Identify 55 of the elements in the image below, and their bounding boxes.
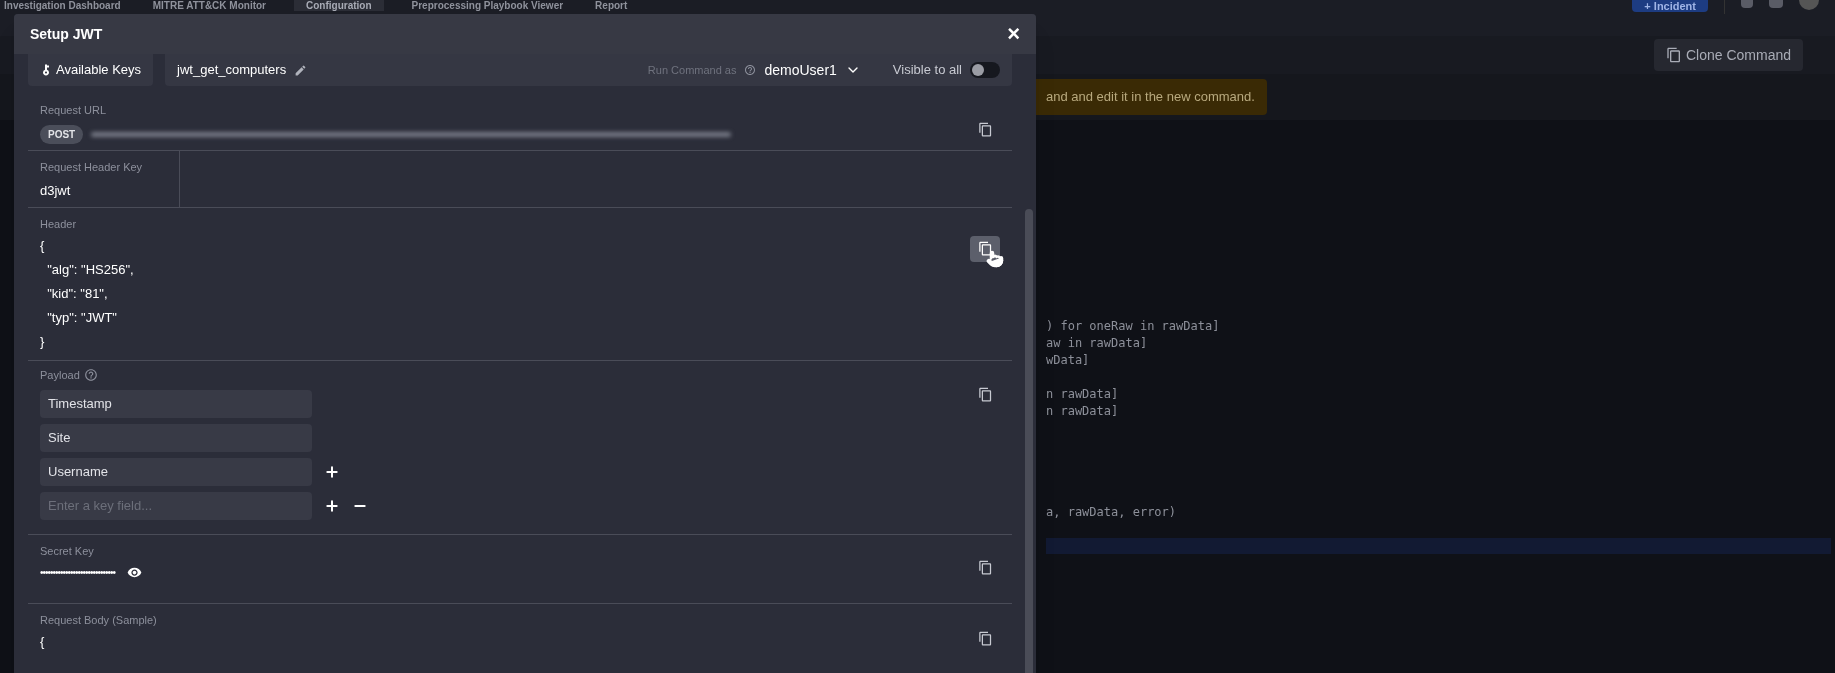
copy-icon (977, 560, 993, 575)
add-icon[interactable] (324, 497, 340, 514)
json-line: "alg": "HS256", (46, 261, 135, 279)
code-line: aw in rawData] (1046, 335, 1149, 352)
add-icon[interactable] (324, 463, 340, 480)
json-line: } (40, 333, 46, 351)
json-line: "kid": "81", (46, 285, 109, 303)
code-line: a, rawData, error) (1046, 504, 1178, 521)
pencil-icon[interactable] (294, 63, 308, 77)
copy-icon (977, 386, 993, 402)
payload-key-field[interactable]: Username (40, 457, 312, 486)
run-as-label: Run Command as (647, 62, 737, 78)
json-line: { (40, 633, 46, 651)
visible-label: Visible to all (892, 61, 962, 80)
copy-icon (1665, 47, 1682, 63)
code-line: n rawData] (1046, 386, 1120, 403)
copy-button[interactable] (970, 235, 1000, 262)
eye-icon[interactable] (127, 565, 143, 580)
code-line: wData] (1046, 352, 1091, 369)
payload-key-field[interactable]: Timestamp (40, 389, 312, 418)
secret-key-value: •••••••••••••••••••••••••••••• (40, 566, 116, 580)
dialog-title: Setup JWT (30, 24, 103, 44)
json-line: "typ": "JWT" (46, 309, 118, 327)
code-line: ) for oneRaw in rawData] (1046, 318, 1221, 335)
copy-icon (977, 121, 993, 137)
run-as-dropdown[interactable]: demoUser1 (764, 59, 861, 81)
clone-command-button[interactable]: Clone Command (1653, 39, 1803, 71)
nav-tab[interactable]: Preprocessing Playbook Viewer (407, 0, 568, 11)
help-icon[interactable] (744, 64, 757, 76)
code-line: n rawData] (1046, 403, 1120, 420)
json-line: { (40, 237, 46, 255)
hand-cursor-icon (986, 249, 1004, 268)
available-keys-button[interactable]: Available Keys (28, 54, 154, 86)
nav-tab[interactable]: Report (591, 0, 632, 11)
section-label: Payload (40, 368, 80, 383)
section-label: Request Body (Sample) (40, 612, 158, 628)
header-key-value: d3jwt (40, 182, 72, 200)
section-label: Secret Key (40, 543, 95, 559)
nav-tab[interactable]: MITRE ATT&CK Monitor (148, 0, 270, 11)
method-badge: POST (40, 124, 84, 144)
scrollbar[interactable] (1022, 54, 1036, 673)
section-label: Request Header Key (40, 159, 144, 175)
nav-tab[interactable]: Investigation Dashboard (0, 0, 125, 11)
copy-icon (977, 241, 993, 256)
section-label: Request URL (40, 103, 108, 118)
nav-tab[interactable]: Configuration (294, 0, 384, 11)
payload-key-field[interactable]: Site (40, 423, 312, 452)
visible-toggle[interactable] (970, 62, 1000, 78)
key-icon (40, 64, 52, 76)
incident-button[interactable]: + Incident (1632, 0, 1708, 12)
section-label: Header (40, 216, 78, 232)
help-icon[interactable] (83, 368, 98, 383)
command-name: jwt_get_computers (177, 61, 287, 80)
copy-icon (977, 631, 993, 646)
close-button[interactable]: × (1007, 23, 1020, 45)
